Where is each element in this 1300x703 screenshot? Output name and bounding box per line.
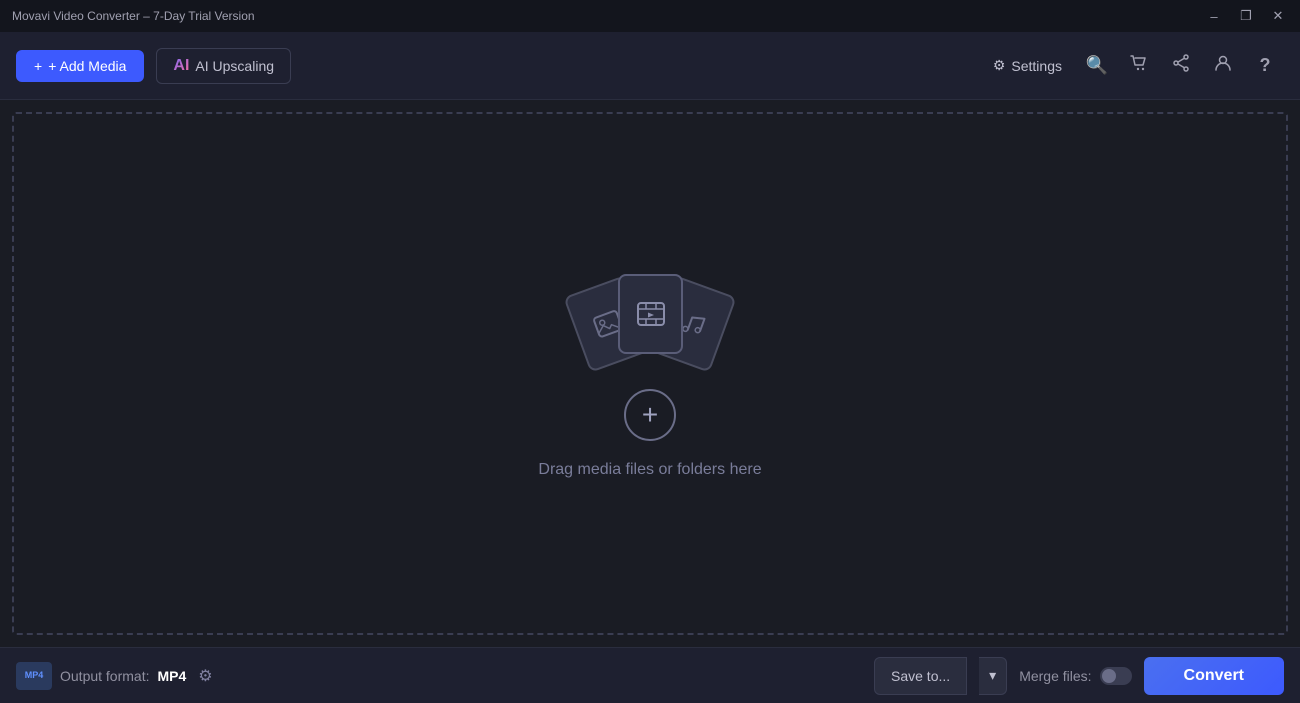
toggle-knob — [1102, 669, 1116, 683]
bottom-bar: MP4 Output format: MP4 ⚙ Save to... ▾ Me… — [0, 647, 1300, 703]
share-icon — [1171, 53, 1191, 78]
merge-files-label: Merge files: — [1019, 668, 1091, 684]
add-files-circle-button[interactable]: + — [624, 389, 676, 441]
share-button[interactable] — [1162, 47, 1200, 85]
plus-icon: + — [34, 58, 42, 74]
settings-label: Settings — [1011, 58, 1062, 74]
convert-label: Convert — [1184, 667, 1244, 684]
bottom-right: Save to... ▾ Merge files: Convert — [874, 657, 1284, 695]
settings-button[interactable]: ⚙ Settings — [981, 47, 1074, 85]
title-bar-controls: – ❐ ✕ — [1200, 6, 1292, 26]
add-media-label: + Add Media — [48, 58, 126, 74]
ai-upscaling-label: AI Upscaling — [195, 58, 274, 74]
toolbar-right: ⚙ Settings 🔍 — [981, 47, 1284, 85]
minimize-button[interactable]: – — [1200, 6, 1228, 26]
format-badge-text: MP4 — [25, 671, 44, 681]
convert-button[interactable]: Convert — [1144, 657, 1284, 695]
merge-files-section: Merge files: — [1019, 667, 1131, 685]
account-icon — [1213, 53, 1233, 78]
video-card-icon — [618, 274, 683, 354]
media-icon-group — [570, 269, 730, 369]
ai-upscaling-button[interactable]: AI AI Upscaling — [156, 48, 291, 84]
maximize-button[interactable]: ❐ — [1232, 6, 1260, 26]
drop-zone[interactable]: + Drag media files or folders here — [12, 112, 1288, 635]
ai-icon: AI — [173, 57, 189, 75]
add-circle-plus-icon: + — [642, 401, 658, 429]
settings-icon: ⚙ — [993, 57, 1006, 74]
toolbar: + + Add Media AI AI Upscaling ⚙ Settings… — [0, 32, 1300, 100]
cart-button[interactable] — [1120, 47, 1158, 85]
chevron-down-icon: ▾ — [989, 667, 996, 684]
main-content: + Drag media files or folders here — [0, 100, 1300, 647]
save-to-button[interactable]: Save to... — [874, 657, 967, 695]
account-button[interactable] — [1204, 47, 1242, 85]
merge-files-toggle[interactable] — [1100, 667, 1132, 685]
title-bar: Movavi Video Converter – 7-Day Trial Ver… — [0, 0, 1300, 32]
save-to-label: Save to... — [891, 668, 950, 684]
toolbar-left: + + Add Media AI AI Upscaling — [16, 48, 291, 84]
format-settings-icon[interactable]: ⚙ — [198, 666, 212, 686]
help-icon: ? — [1260, 55, 1271, 76]
add-media-button[interactable]: + + Add Media — [16, 50, 144, 82]
help-button[interactable]: ? — [1246, 47, 1284, 85]
close-button[interactable]: ✕ — [1264, 6, 1292, 26]
format-badge: MP4 — [16, 662, 52, 690]
output-format-section: MP4 Output format: MP4 ⚙ — [16, 662, 213, 690]
search-icon: 🔍 — [1086, 55, 1108, 76]
drag-drop-text: Drag media files or folders here — [538, 461, 761, 479]
search-button[interactable]: 🔍 — [1078, 47, 1116, 85]
cart-icon — [1129, 53, 1149, 78]
title-bar-text: Movavi Video Converter – 7-Day Trial Ver… — [8, 9, 255, 23]
output-format-label: Output format: — [60, 668, 149, 684]
scrollbar[interactable] — [1292, 100, 1300, 647]
save-to-dropdown-button[interactable]: ▾ — [979, 657, 1007, 695]
output-format-value: MP4 — [157, 668, 186, 684]
